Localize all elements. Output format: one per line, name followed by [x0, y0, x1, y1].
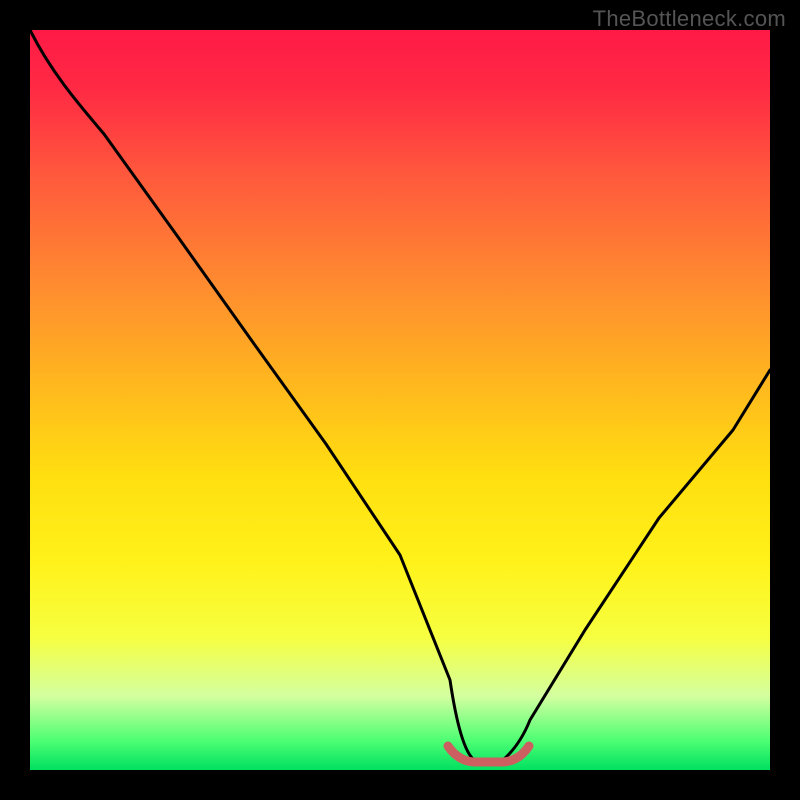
curve-layer: [30, 30, 770, 770]
chart-frame: TheBottleneck.com: [0, 0, 800, 800]
optimal-marker: [448, 746, 529, 762]
bottleneck-curve: [30, 30, 770, 760]
plot-area: [30, 30, 770, 770]
watermark-text: TheBottleneck.com: [593, 6, 786, 32]
